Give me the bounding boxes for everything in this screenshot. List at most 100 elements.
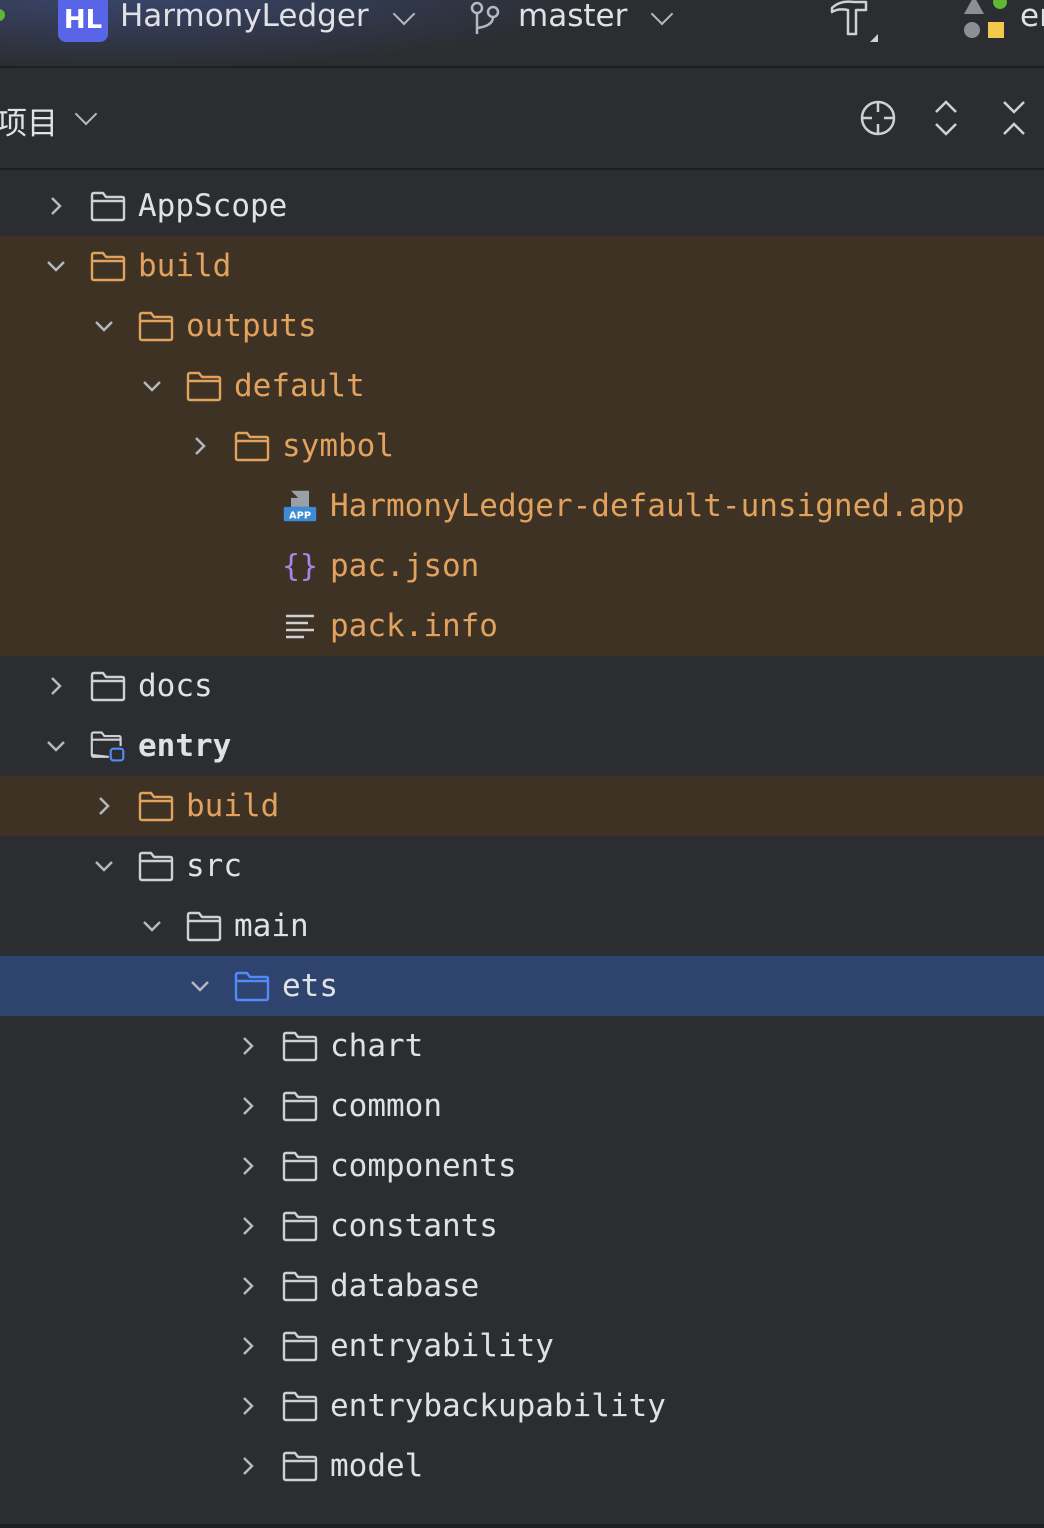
tree-item-label: build: [186, 788, 280, 824]
panel-title[interactable]: 项目: [0, 98, 58, 143]
tree-row[interactable]: build: [0, 236, 1044, 296]
tree-item-label: default: [234, 368, 365, 404]
tree-item-label: constants: [330, 1208, 498, 1244]
tree-row[interactable]: common: [0, 1076, 1044, 1136]
folder-icon: [282, 1088, 318, 1124]
folder-icon: [282, 1448, 318, 1484]
tree-row[interactable]: entry: [0, 716, 1044, 776]
tree-item-label: common: [330, 1088, 442, 1124]
tree-item-label: HarmonyLedger-default-unsigned.app: [330, 488, 965, 524]
tree-item-label: entryability: [330, 1328, 554, 1364]
run-configuration-icon[interactable]: [960, 0, 1012, 48]
chevron-down-icon[interactable]: [92, 314, 116, 338]
tree-row[interactable]: docs: [0, 656, 1044, 716]
tree-item-label: main: [234, 908, 309, 944]
build-hammer-icon[interactable]: [826, 0, 880, 48]
chevron-right-icon[interactable]: [236, 1154, 260, 1178]
chevron-right-icon[interactable]: [236, 1454, 260, 1478]
folder-icon: [282, 1208, 318, 1244]
tree-row[interactable]: pack.info: [0, 596, 1044, 656]
tree-row[interactable]: chart: [0, 1016, 1044, 1076]
project-tree: AppScope build outputs default symbol APP Harm…: [0, 176, 1044, 1496]
chevron-down-icon[interactable]: [92, 854, 116, 878]
branch-icon[interactable]: [468, 0, 502, 40]
folder-icon: [90, 188, 126, 224]
source-folder-icon: [234, 968, 270, 1004]
tree-item-label: chart: [330, 1028, 424, 1064]
folder-icon: [90, 248, 126, 284]
folder-icon: [90, 668, 126, 704]
folder-icon: [138, 308, 174, 344]
locate-file-icon[interactable]: [858, 98, 898, 142]
chevron-down-icon[interactable]: [44, 254, 68, 278]
tree-row[interactable]: src: [0, 836, 1044, 896]
folder-icon: [282, 1388, 318, 1424]
svg-text:APP: APP: [289, 511, 311, 522]
project-panel-header: 项目: [0, 68, 1044, 170]
tree-row[interactable]: main: [0, 896, 1044, 956]
branch-chevron-down-icon[interactable]: [650, 2, 674, 26]
tree-row[interactable]: entryability: [0, 1316, 1044, 1376]
tree-row[interactable]: model: [0, 1436, 1044, 1496]
tree-row[interactable]: build: [0, 776, 1044, 836]
tree-row[interactable]: {} pac.json: [0, 536, 1044, 596]
folder-icon: [282, 1148, 318, 1184]
folder-icon: [282, 1328, 318, 1364]
chevron-right-icon[interactable]: [44, 194, 68, 218]
tree-item-label: database: [330, 1268, 480, 1304]
tree-row[interactable]: entrybackupability: [0, 1376, 1044, 1436]
chevron-right-icon[interactable]: [236, 1034, 260, 1058]
tree-item-label: outputs: [186, 308, 317, 344]
tree-item-label: AppScope: [138, 188, 288, 224]
chevron-down-icon[interactable]: [140, 914, 164, 938]
folder-icon: [234, 428, 270, 464]
chevron-right-icon[interactable]: [236, 1394, 260, 1418]
panel-bottom-border: [0, 1524, 1044, 1528]
text-file-icon: [282, 608, 318, 644]
tree-row[interactable]: outputs: [0, 296, 1044, 356]
svg-text:{}: {}: [282, 549, 318, 584]
tree-row[interactable]: AppScope: [0, 176, 1044, 236]
tree-row[interactable]: APP HarmonyLedger-default-unsigned.app: [0, 476, 1044, 536]
project-name-dropdown[interactable]: HarmonyLedger: [120, 0, 369, 34]
chevron-down-icon[interactable]: [188, 974, 212, 998]
tree-item-label: entrybackupability: [330, 1388, 666, 1424]
expand-collapse-icon[interactable]: [928, 98, 964, 142]
tree-item-label: ets: [282, 968, 338, 1004]
tree-row[interactable]: database: [0, 1256, 1044, 1316]
chevron-right-icon[interactable]: [188, 434, 212, 458]
chevron-right-icon[interactable]: [44, 674, 68, 698]
tree-row[interactable]: default: [0, 356, 1044, 416]
chevron-down-icon[interactable]: [44, 734, 68, 758]
chevron-right-icon[interactable]: [236, 1094, 260, 1118]
tree-item-label: pac.json: [330, 548, 480, 584]
tree-row[interactable]: symbol: [0, 416, 1044, 476]
run-configuration-label[interactable]: er: [1020, 0, 1044, 34]
tree-item-label: src: [186, 848, 242, 884]
collapse-all-icon[interactable]: [996, 98, 1032, 142]
title-bar: HL HarmonyLedger master er: [0, 0, 1044, 68]
tree-item-label: entry: [138, 728, 232, 764]
app-file-icon: APP: [282, 488, 318, 524]
view-mode-chevron-down-icon[interactable]: [74, 102, 98, 126]
tree-row[interactable]: components: [0, 1136, 1044, 1196]
folder-icon: [186, 368, 222, 404]
project-badge[interactable]: HL: [58, 0, 108, 42]
chevron-right-icon[interactable]: [92, 794, 116, 818]
module-folder-icon: [90, 728, 126, 764]
chevron-right-icon[interactable]: [236, 1214, 260, 1238]
branch-name-dropdown[interactable]: master: [518, 0, 627, 34]
tree-item-label: docs: [138, 668, 213, 704]
tree-item-label: components: [330, 1148, 517, 1184]
tree-item-label: symbol: [282, 428, 394, 464]
folder-icon: [138, 788, 174, 824]
tree-row[interactable]: ets: [0, 956, 1044, 1016]
tree-row[interactable]: constants: [0, 1196, 1044, 1256]
folder-icon: [138, 848, 174, 884]
chevron-right-icon[interactable]: [236, 1274, 260, 1298]
folder-icon: [282, 1028, 318, 1064]
chevron-right-icon[interactable]: [236, 1334, 260, 1358]
chevron-down-icon[interactable]: [140, 374, 164, 398]
json-file-icon: {}: [282, 548, 318, 584]
folder-icon: [282, 1268, 318, 1304]
